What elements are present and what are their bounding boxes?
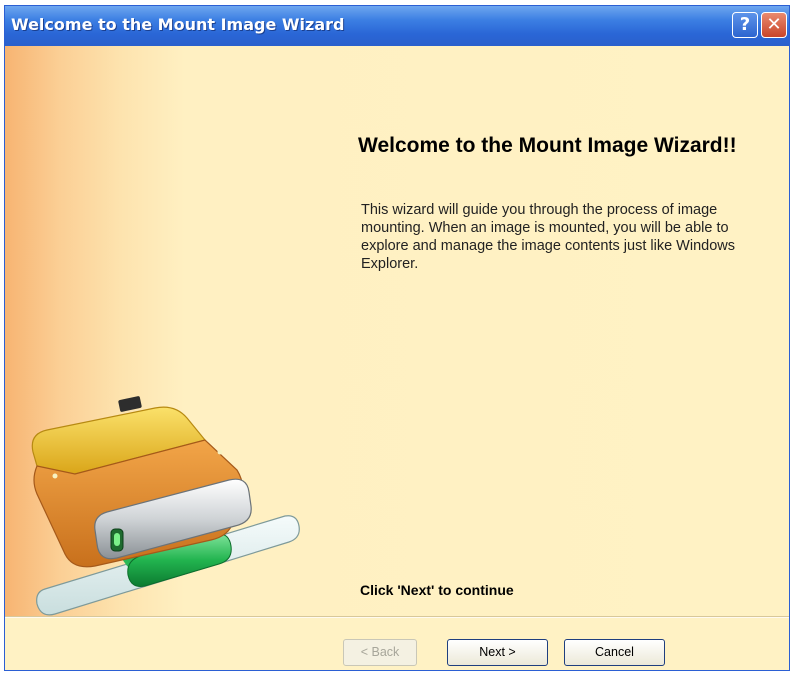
welcome-heading: Welcome to the Mount Image Wizard!!	[358, 134, 737, 157]
next-button[interactable]: Next >	[447, 639, 548, 666]
wizard-window: Welcome to the Mount Image Wizard ? ✕ We…	[4, 5, 790, 671]
button-bar: < Back Next > Cancel	[5, 618, 789, 670]
close-button[interactable]: ✕	[761, 12, 787, 38]
mount-drive-icon	[31, 396, 300, 616]
continue-hint: Click 'Next' to continue	[360, 582, 514, 598]
cancel-button[interactable]: Cancel	[564, 639, 665, 666]
title-bar[interactable]: Welcome to the Mount Image Wizard ? ✕	[5, 6, 789, 46]
help-button[interactable]: ?	[732, 12, 758, 38]
window-title: Welcome to the Mount Image Wizard	[11, 15, 345, 34]
wizard-content: Welcome to the Mount Image Wizard!! This…	[5, 46, 789, 616]
back-button[interactable]: < Back	[343, 639, 417, 666]
wizard-description: This wizard will guide you through the p…	[361, 202, 735, 272]
